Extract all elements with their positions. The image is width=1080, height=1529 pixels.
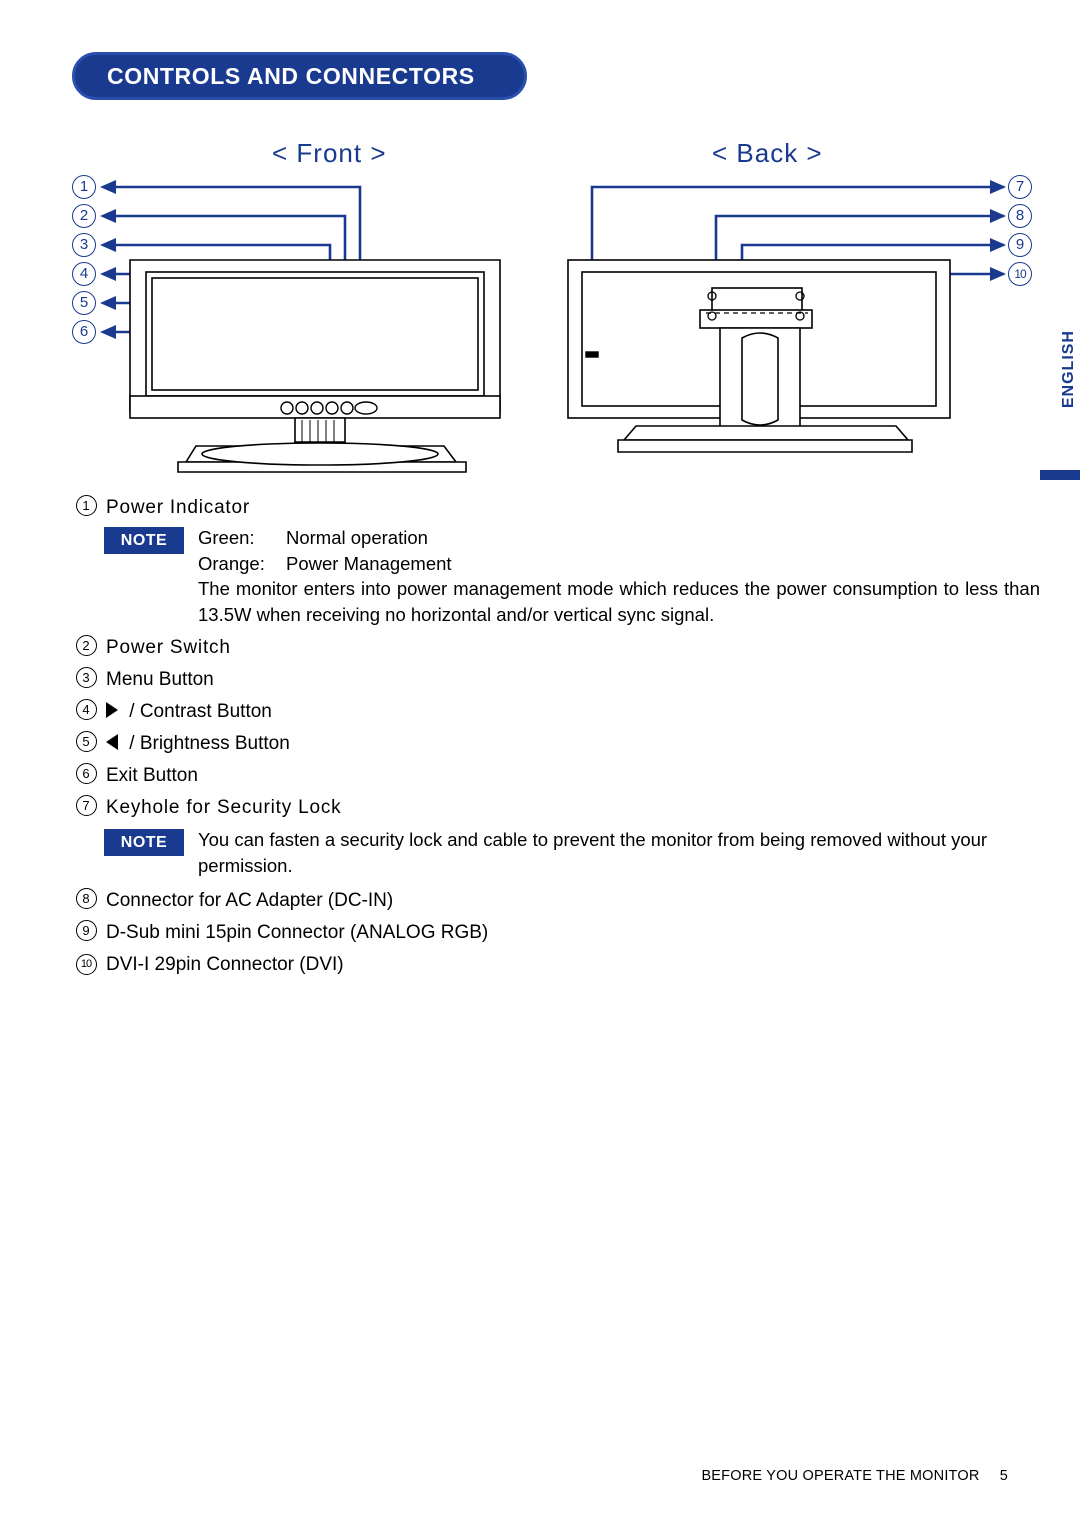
item-number: 1 (72, 495, 100, 517)
item-label: Exit Button (106, 765, 198, 786)
item-number-circle: 6 (75, 763, 97, 784)
item-label: Keyhole for Security Lock (106, 797, 342, 818)
item-label: / Brightness Button (129, 733, 290, 754)
item-number: 10 (72, 952, 100, 975)
list-item: 8 Connector for AC Adapter (DC-IN) (0, 888, 1080, 914)
item-number: 3 (72, 667, 100, 689)
note-body: You can fasten a security lock and cable… (184, 827, 1040, 878)
note-orange-value: Power Management (286, 552, 452, 574)
item-label: Menu Button (106, 669, 214, 690)
page-title: CONTROLS AND CONNECTORS (107, 62, 475, 89)
note-orange-key: Orange: (198, 552, 265, 574)
monitor-line-art (100, 180, 1006, 473)
item-number: 9 (72, 920, 100, 942)
item-number: 7 (72, 795, 100, 817)
item-number-circle: 2 (75, 635, 97, 656)
item-number-circle: 3 (75, 667, 97, 688)
list-item: 9 D-Sub mini 15pin Connector (ANALOG RGB… (0, 920, 1080, 946)
note-badge: NOTE (104, 527, 184, 554)
item-number-circle: 10 (75, 954, 97, 975)
item-number: 6 (72, 763, 100, 785)
item-number: 8 (72, 888, 100, 910)
note-green-value: Normal operation (286, 527, 428, 548)
note-paragraph: You can fasten a security lock and cable… (198, 829, 988, 876)
controls-list: 1 Power Indicator NOTE Green: Normal ope… (0, 495, 1080, 980)
item-number-circle: 7 (75, 795, 97, 816)
item-number-circle: 1 (75, 495, 97, 516)
page-footer: BEFORE YOU OPERATE THE MONITOR 5 (701, 1468, 1008, 1484)
item-number-circle: 4 (75, 699, 97, 720)
item-label: Power Switch (106, 637, 231, 658)
monitor-diagram: < Front > < Back > 1 2 3 4 5 6 7 8 9 10 (0, 120, 1080, 490)
item-number: 4 (72, 699, 100, 721)
item-number: 5 (72, 731, 100, 753)
item-number: 2 (72, 635, 100, 657)
note-block-power: NOTE Green: Normal operation Orange: Pow… (0, 525, 1080, 627)
note-block-security: NOTE You can fasten a security lock and … (0, 827, 1080, 878)
list-item: 3 Menu Button (0, 667, 1080, 693)
note-row-orange: Orange: Power Management (198, 551, 1040, 577)
item-label: DVI-I 29pin Connector (DVI) (106, 954, 344, 975)
list-item: 5 / Brightness Button (0, 731, 1080, 757)
list-item: 1 Power Indicator (0, 495, 1080, 521)
note-paragraph: The monitor enters into power management… (198, 578, 1040, 625)
list-item: 10 DVI-I 29pin Connector (DVI) (0, 952, 1080, 978)
item-number-circle: 5 (75, 731, 97, 752)
triangle-right-icon (106, 702, 118, 718)
item-label: D-Sub mini 15pin Connector (ANALOG RGB) (106, 922, 489, 943)
triangle-left-icon (106, 734, 118, 750)
item-label: Power Indicator (106, 497, 251, 518)
note-green-key: Green: (198, 527, 255, 548)
list-item: 2 Power Switch (0, 635, 1080, 661)
item-label: / Contrast Button (129, 701, 272, 722)
item-label-wrap: / Brightness Button (100, 731, 290, 757)
note-row-green: Green: Normal operation (198, 525, 1040, 551)
note-badge: NOTE (104, 829, 184, 856)
note-body: Green: Normal operation Orange: Power Ma… (184, 525, 1040, 627)
list-item: 6 Exit Button (0, 763, 1080, 789)
page-title-badge: CONTROLS AND CONNECTORS (72, 52, 527, 100)
item-number-circle: 9 (75, 920, 97, 941)
list-item: 4 / Contrast Button (0, 699, 1080, 725)
footer-page-number: 5 (999, 1468, 1008, 1484)
item-label: Connector for AC Adapter (DC-IN) (106, 890, 394, 911)
item-label-wrap: / Contrast Button (100, 699, 272, 725)
item-number-circle: 8 (75, 888, 97, 909)
footer-text: BEFORE YOU OPERATE THE MONITOR (701, 1468, 980, 1484)
list-item: 7 Keyhole for Security Lock (0, 795, 1080, 821)
